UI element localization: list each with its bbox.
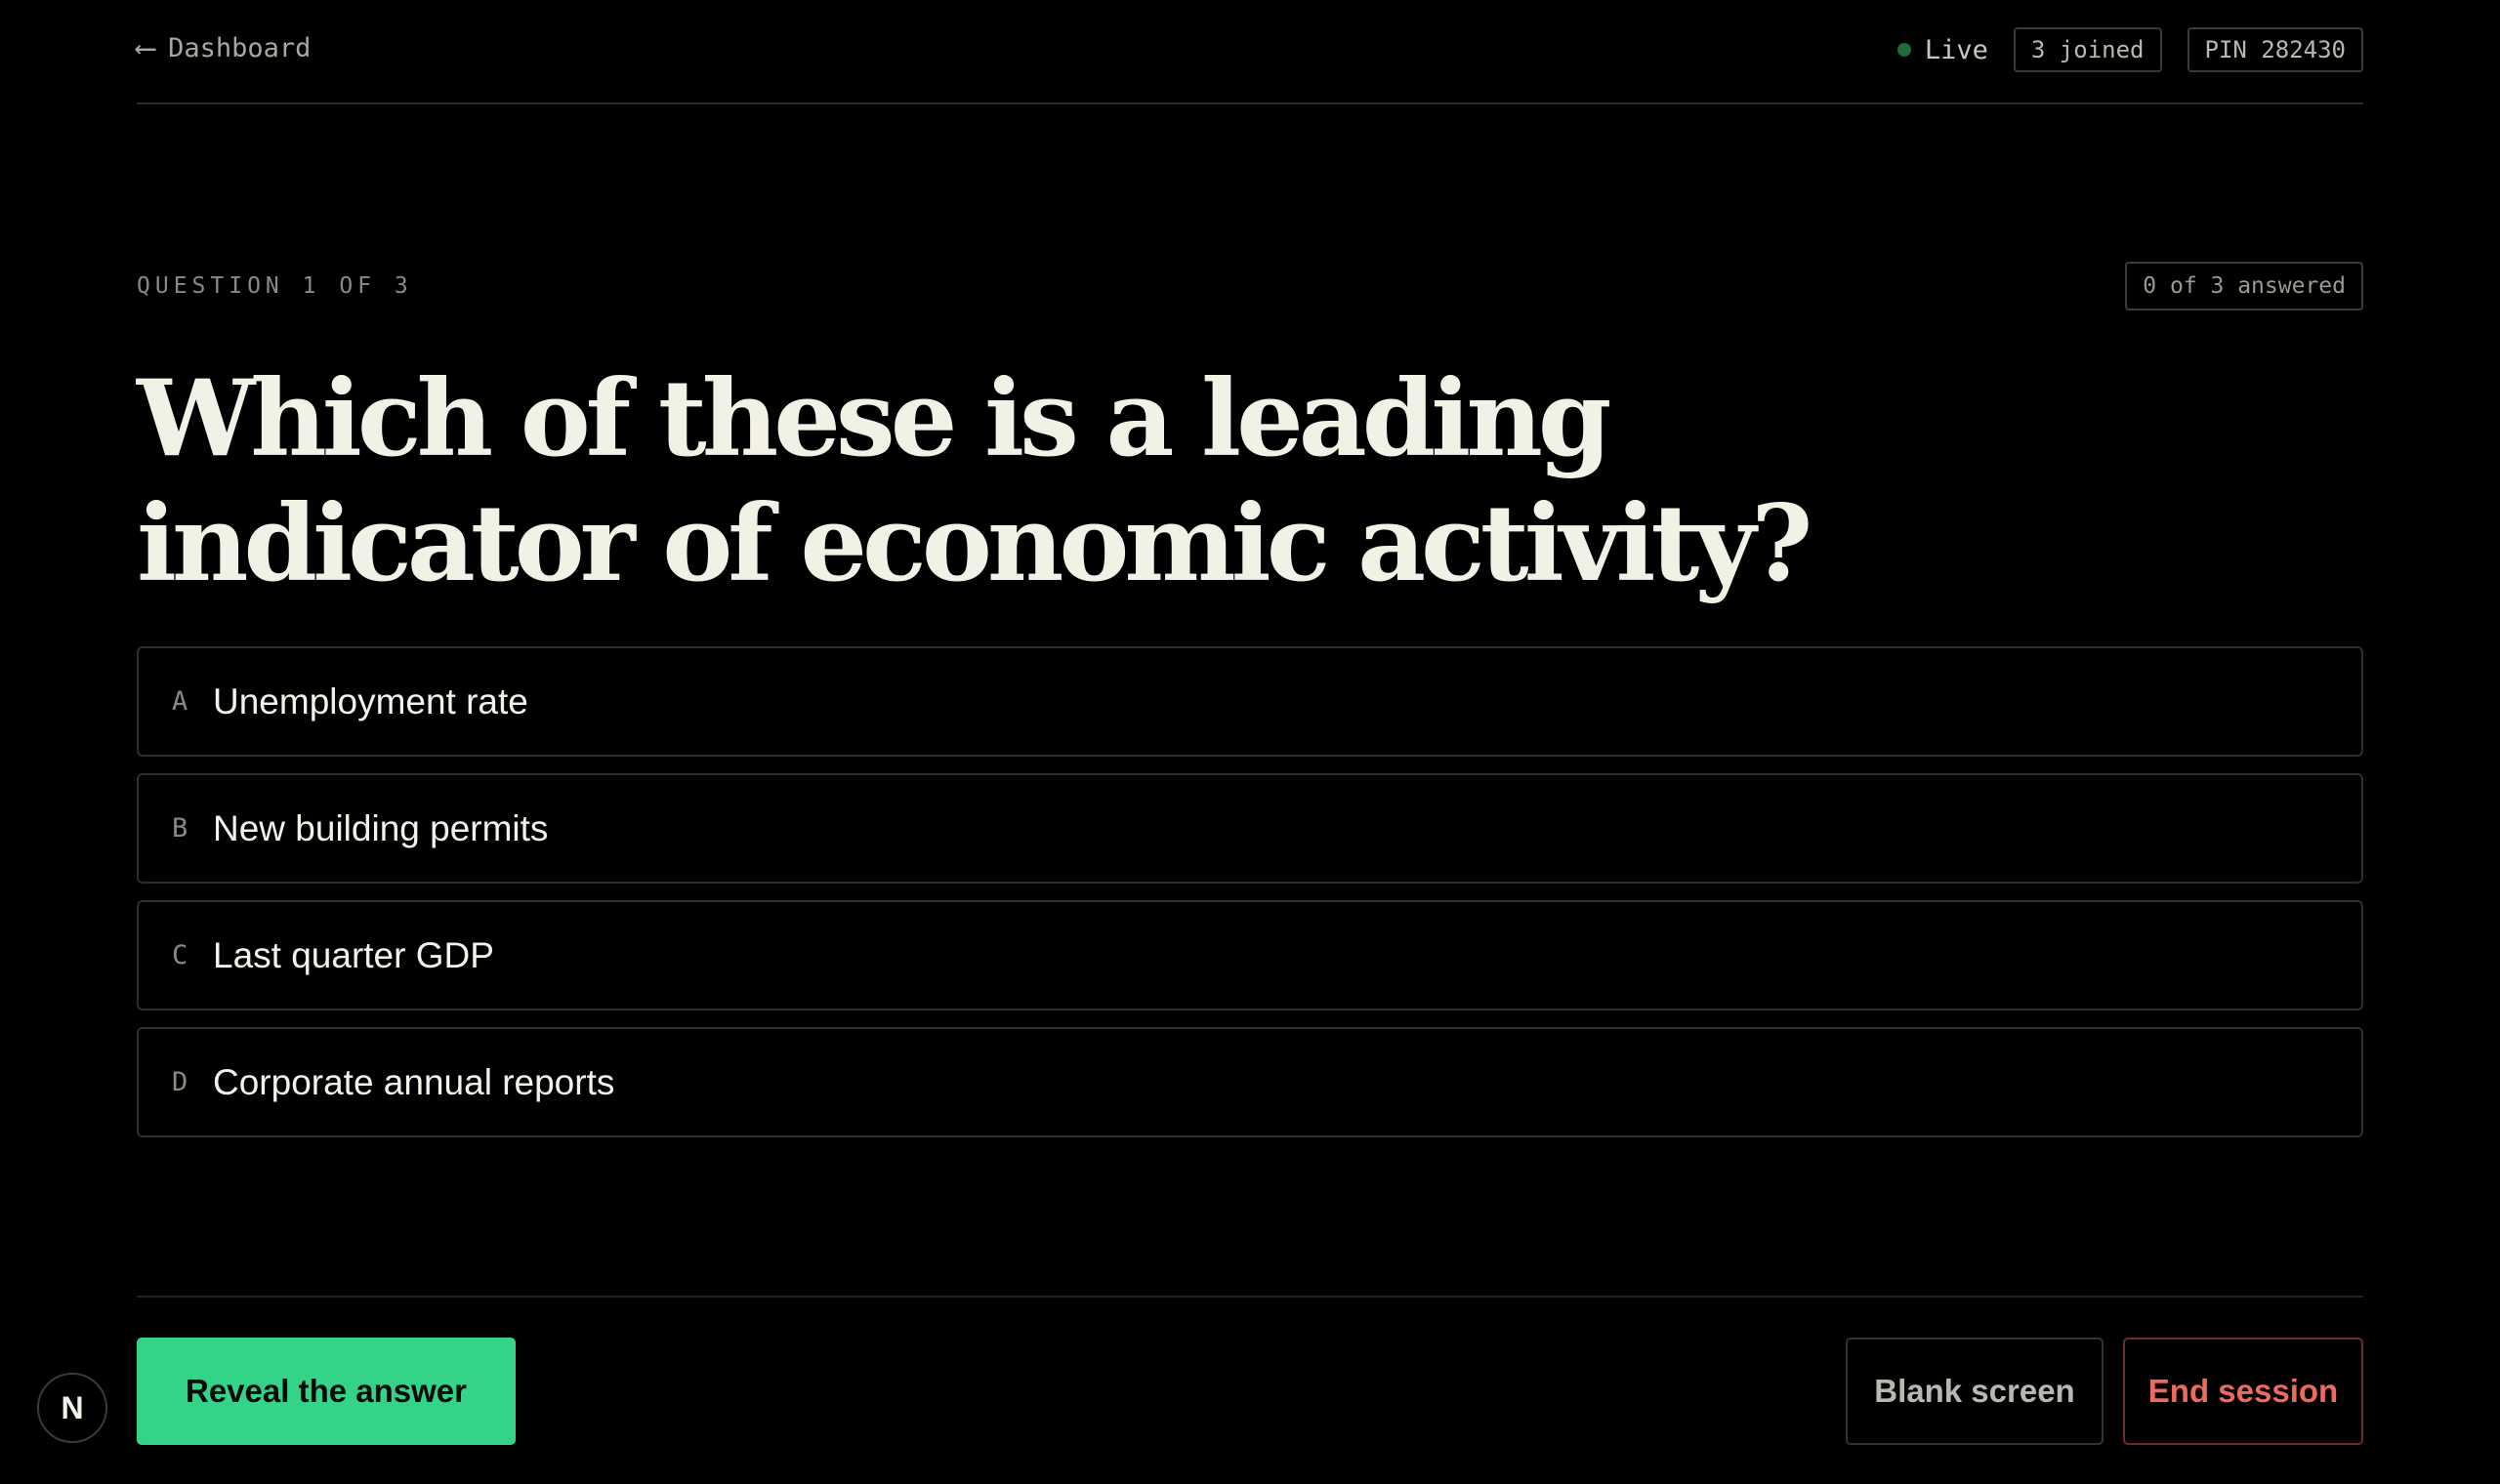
option-text: Corporate annual reports [213,1061,615,1102]
option-letter: D [172,1067,188,1097]
blank-screen-button[interactable]: Blank screen [1846,1338,2104,1445]
live-dot-icon [1896,43,1911,57]
option-d[interactable]: D Corporate annual reports [137,1027,2363,1137]
n-logo-icon[interactable]: N [37,1373,107,1443]
option-letter: A [172,686,188,717]
option-text: Last quarter GDP [213,934,494,975]
arrow-left-icon: ⟵ [137,30,155,65]
live-label: Live [1924,34,1988,65]
footer-divider [137,1296,2363,1298]
live-indicator: Live [1896,34,1988,65]
question-counter: QUESTION 1 OF 3 [137,273,413,299]
answer-options: A Unemployment rate B New building permi… [137,646,2363,1154]
top-bar: ⟵ Dashboard Live 3 joined PIN 282430 [137,0,2363,104]
session-status: Live 3 joined PIN 282430 [1896,27,2363,72]
option-letter: C [172,940,188,970]
option-b[interactable]: B New building permits [137,773,2363,884]
end-session-button[interactable]: End session [2123,1338,2363,1445]
session-pin-badge: PIN 282430 [2187,27,2363,72]
back-link-label: Dashboard [168,33,312,63]
logo-letter: N [61,1389,84,1425]
option-a[interactable]: A Unemployment rate [137,646,2363,757]
option-letter: B [172,813,188,844]
option-c[interactable]: C Last quarter GDP [137,900,2363,1010]
question-text: Which of these is a leading indicator of… [137,357,1812,605]
option-text: Unemployment rate [213,680,528,721]
back-to-dashboard-link[interactable]: ⟵ Dashboard [137,33,311,63]
answered-count-badge: 0 of 3 answered [2125,262,2363,310]
joined-count-badge: 3 joined [2013,27,2162,72]
option-text: New building permits [213,807,549,848]
reveal-answer-button[interactable]: Reveal the answer [137,1338,516,1445]
